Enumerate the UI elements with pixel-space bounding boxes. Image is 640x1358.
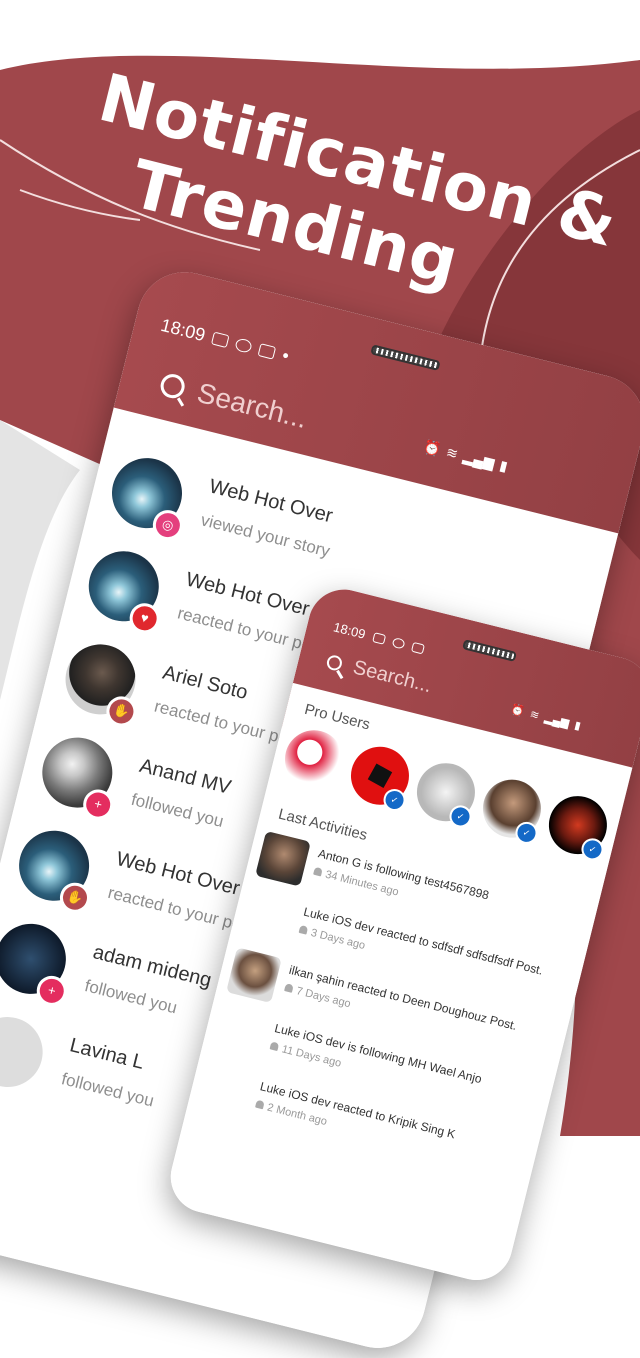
wifi-icon: ≋ bbox=[528, 708, 541, 723]
image-icon bbox=[371, 631, 386, 645]
system-icons: ⏰ ≋ ▂▄▆ ▮ bbox=[422, 438, 510, 475]
apple-icon[interactable] bbox=[244, 890, 294, 944]
notif-action: followed you bbox=[59, 1069, 156, 1111]
avatar[interactable]: ✓ bbox=[476, 773, 548, 847]
apple-icon[interactable] bbox=[215, 1006, 265, 1060]
avatar[interactable] bbox=[255, 830, 311, 887]
avatar[interactable]: ✓ bbox=[542, 789, 614, 863]
whatsapp-icon bbox=[391, 636, 406, 650]
battery-icon: ▮ bbox=[573, 719, 582, 733]
bell-icon bbox=[284, 983, 294, 993]
avatar[interactable] bbox=[226, 947, 282, 1004]
status-time: 18:09 bbox=[158, 314, 208, 346]
alarm-icon: ⏰ bbox=[421, 437, 443, 458]
search-icon[interactable] bbox=[158, 371, 188, 401]
status-time: 18:09 bbox=[331, 619, 368, 642]
notification-icon bbox=[410, 641, 425, 654]
status-bar: 18:09 bbox=[332, 619, 425, 656]
pro-badge-icon: ✓ bbox=[381, 786, 408, 814]
signal-icon: ▂▄▆ bbox=[543, 712, 571, 730]
pro-badge-icon: ✓ bbox=[447, 803, 474, 830]
notification-icon bbox=[257, 343, 277, 360]
pro-badge-icon: ✓ bbox=[579, 836, 606, 863]
notif-action: followed you bbox=[129, 789, 226, 832]
pro-badge-icon: ✓ bbox=[513, 819, 540, 847]
system-icons: ⏰ ≋ ▂▄▆ ▮ bbox=[509, 703, 582, 733]
apple-icon[interactable] bbox=[201, 1065, 251, 1119]
search-icon[interactable] bbox=[325, 653, 344, 672]
image-icon bbox=[210, 331, 230, 349]
notif-action: followed you bbox=[82, 976, 180, 1018]
status-bar: 18:09 • bbox=[158, 314, 292, 367]
avatar[interactable]: ✓ bbox=[344, 740, 416, 814]
wifi-icon: ≋ bbox=[444, 443, 460, 462]
phone-speaker bbox=[370, 344, 441, 371]
battery-icon: ▮ bbox=[498, 456, 510, 475]
bell-icon bbox=[313, 866, 323, 877]
phone-speaker bbox=[462, 639, 517, 662]
alarm-icon: ⏰ bbox=[509, 703, 526, 719]
bell-icon bbox=[255, 1099, 265, 1110]
bell-icon bbox=[269, 1041, 280, 1052]
whatsapp-icon bbox=[234, 337, 253, 354]
avatar[interactable] bbox=[278, 724, 350, 795]
signal-icon: ▂▄▆ bbox=[461, 447, 497, 472]
more-dot-icon: • bbox=[280, 345, 292, 367]
avatar[interactable]: ✓ bbox=[410, 757, 482, 830]
bell-icon bbox=[298, 924, 309, 935]
